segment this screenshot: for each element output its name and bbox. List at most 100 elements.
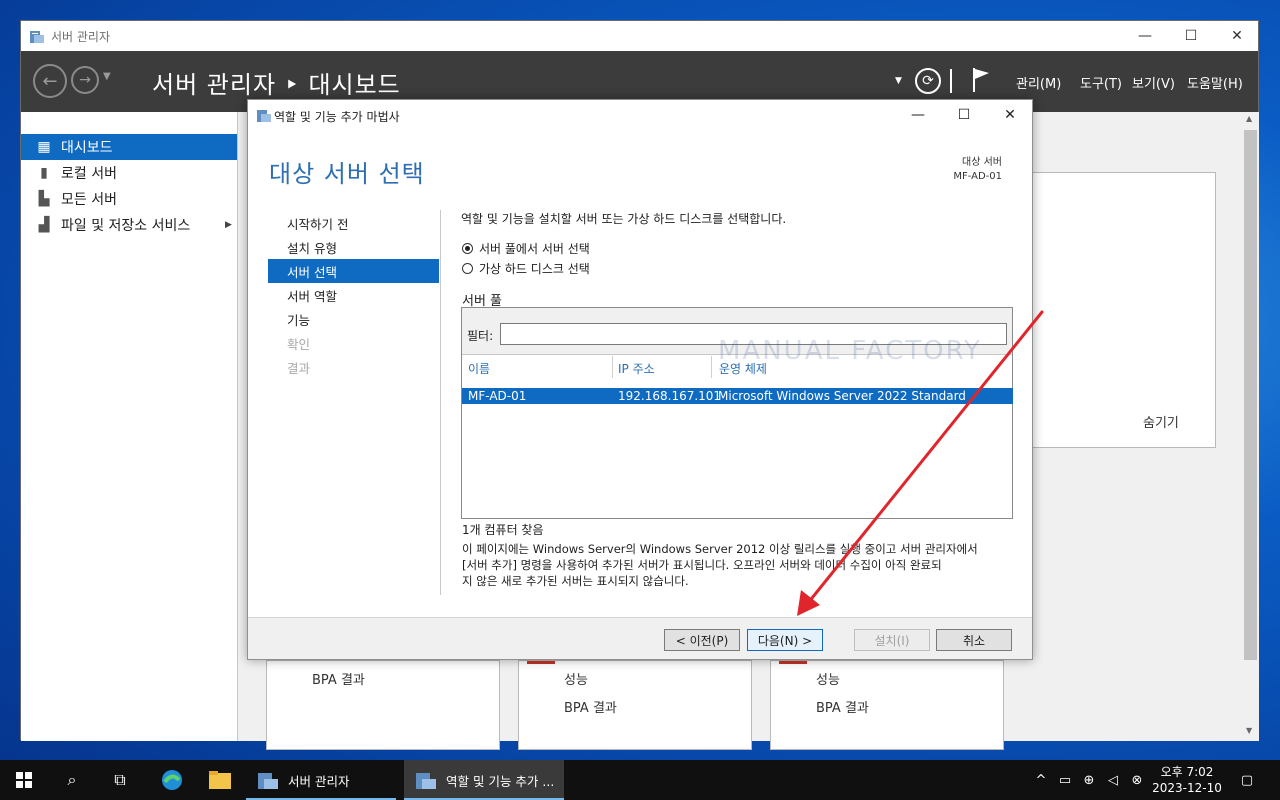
sidebar-item-label: 파일 및 저장소 서비스 xyxy=(61,218,191,234)
radio-label: 가상 하드 디스크 선택 xyxy=(479,262,590,276)
tile-item-performance[interactable]: 성능 xyxy=(564,669,588,688)
close-button[interactable]: ✕ xyxy=(1214,21,1260,51)
clock-time: 오후 7:02 xyxy=(1160,765,1214,779)
server-manager-icon xyxy=(258,773,278,789)
table-row[interactable]: MF-AD-01 192.168.167.101 Microsoft Windo… xyxy=(462,388,1013,404)
cell-name: MF-AD-01 xyxy=(468,389,527,403)
notification-center-button[interactable]: ▢ xyxy=(1234,760,1260,800)
taskbar-app-label: 역할 및 기능 추가 ... xyxy=(446,773,555,789)
show-hidden-icons-button[interactable]: ^ xyxy=(1030,760,1052,800)
column-header-ip[interactable]: IP 주소 xyxy=(618,360,655,377)
edge-icon xyxy=(162,770,182,790)
tile-item-bpa[interactable]: BPA 결과 xyxy=(816,697,869,716)
folder-icon xyxy=(209,771,231,789)
found-count: 1개 컴퓨터 찾음 xyxy=(462,523,544,537)
next-button[interactable]: 다음(N) > xyxy=(747,629,823,651)
tray-battery[interactable]: ▭ xyxy=(1054,760,1076,800)
menu-tools[interactable]: 도구(T) xyxy=(1080,73,1122,92)
menu-view[interactable]: 보기(V) xyxy=(1132,73,1175,92)
sm-sidebar: ▦ 대시보드 ▮ 로컬 서버 ▙ 모든 서버 ▟ 파일 및 저장소 서비스 ▶ xyxy=(21,112,238,741)
note-line: 지 않은 새로 추가된 서버는 표시되지 않습니다. xyxy=(462,574,689,588)
wizard-maximize-button[interactable]: ☐ xyxy=(941,100,987,130)
step-label: 확인 xyxy=(287,336,311,352)
hide-link[interactable]: 숨기기 xyxy=(1143,412,1179,431)
scroll-up-icon[interactable]: ▲ xyxy=(1246,114,1252,123)
arrow-left-icon: ← xyxy=(42,70,58,92)
radio-server-pool[interactable]: 서버 풀에서 서버 선택 xyxy=(462,240,590,257)
server-manager-icon xyxy=(30,31,44,43)
tile-item-bpa[interactable]: BPA 결과 xyxy=(312,669,365,688)
menu-help[interactable]: 도움말(H) xyxy=(1187,73,1243,92)
wizard-footer: < 이전(P) 다음(N) > 설치(I) 취소 xyxy=(248,617,1032,659)
tile-item-performance[interactable]: 성능 xyxy=(816,669,840,688)
cell-ip: 192.168.167.101 xyxy=(618,389,722,403)
header-divider xyxy=(950,69,952,93)
wizard-icon xyxy=(257,110,271,122)
cell-os: Microsoft Windows Server 2022 Standard xyxy=(718,389,966,403)
radio-virtual-disk[interactable]: 가상 하드 디스크 선택 xyxy=(462,260,590,277)
taskbar-app-server-manager[interactable]: 서버 관리자 xyxy=(246,760,396,800)
minimize-button[interactable]: — xyxy=(1122,21,1168,51)
step-installation-type[interactable]: 설치 유형 xyxy=(268,235,439,259)
destination-server-label: 대상 서버 xyxy=(962,157,1002,168)
step-label: 시작하기 전 xyxy=(287,216,349,232)
start-button[interactable] xyxy=(0,760,48,800)
refresh-icon: ⟳ xyxy=(922,73,934,89)
sidebar-item-local-server[interactable]: ▮ 로컬 서버 xyxy=(21,160,237,186)
scrollbar-thumb[interactable] xyxy=(1244,130,1257,660)
sm-titlebar: 서버 관리자 — ☐ ✕ xyxy=(21,21,1258,51)
search-button[interactable]: ⌕ xyxy=(48,760,96,800)
sidebar-item-label: 모든 서버 xyxy=(61,192,117,208)
close-circle-icon: ⊗ xyxy=(1131,772,1143,788)
flag-icon[interactable] xyxy=(971,67,991,93)
welcome-tile: 숨기기 xyxy=(1016,172,1216,448)
column-header-name[interactable]: 이름 xyxy=(468,360,490,377)
radio-unchecked-icon xyxy=(462,263,473,274)
notification-icon: ▢ xyxy=(1240,772,1254,788)
step-server-roles[interactable]: 서버 역할 xyxy=(268,283,439,307)
task-view-icon: ⧉ xyxy=(114,770,126,789)
clock[interactable]: 오후 7:02 2023-12-10 xyxy=(1146,764,1228,796)
back-button[interactable]: ← xyxy=(33,64,67,98)
tray-status[interactable]: ⊗ xyxy=(1126,760,1148,800)
step-before-you-begin[interactable]: 시작하기 전 xyxy=(268,211,439,235)
forward-button[interactable]: → xyxy=(71,66,99,94)
instruction-text: 역할 및 기능을 설치할 서버 또는 가상 하드 디스크를 선택합니다. xyxy=(461,212,787,226)
search-icon: ⌕ xyxy=(67,770,77,789)
wizard-minimize-button[interactable]: — xyxy=(895,100,941,130)
expand-arrow-icon[interactable]: ▶ xyxy=(225,220,232,230)
scroll-down-icon[interactable]: ▼ xyxy=(1246,726,1252,735)
previous-button[interactable]: < 이전(P) xyxy=(664,629,740,651)
filter-label: 필터: xyxy=(467,329,494,343)
chevron-up-icon: ^ xyxy=(1035,772,1047,788)
step-features[interactable]: 기능 xyxy=(268,307,439,331)
globe-icon: ⊕ xyxy=(1083,772,1095,788)
sidebar-item-dashboard[interactable]: ▦ 대시보드 xyxy=(21,134,237,160)
clock-date: 2023-12-10 xyxy=(1152,781,1222,795)
refresh-button[interactable]: ⟳ xyxy=(915,68,941,94)
wizard-icon xyxy=(416,773,436,789)
notification-dropdown-icon[interactable]: ▼ xyxy=(895,76,902,86)
taskbar-app-wizard[interactable]: 역할 및 기능 추가 ... xyxy=(404,760,564,800)
history-dropdown-icon[interactable]: ▼ xyxy=(103,71,111,82)
maximize-button[interactable]: ☐ xyxy=(1168,21,1214,51)
note-text: 이 페이지에는 Windows Server의 Windows Server 2… xyxy=(462,541,1014,589)
tray-network[interactable]: ⊕ xyxy=(1078,760,1100,800)
tile-item-bpa[interactable]: BPA 결과 xyxy=(564,697,617,716)
step-confirmation: 확인 xyxy=(268,331,439,355)
step-label: 결과 xyxy=(287,360,311,376)
task-view-button[interactable]: ⧉ xyxy=(96,760,144,800)
vertical-scrollbar[interactable]: ▲ ▼ xyxy=(1242,112,1259,741)
page-title: 대상 서버 선택 xyxy=(269,160,425,188)
cancel-button[interactable]: 취소 xyxy=(936,629,1012,651)
sidebar-item-all-servers[interactable]: ▙ 모든 서버 xyxy=(21,186,237,212)
menu-manage[interactable]: 관리(M) xyxy=(1016,73,1061,92)
note-line: [서버 추가] 명령을 사용하여 추가된 서버가 표시됩니다. 오프라인 서버와… xyxy=(462,558,942,572)
wizard-close-button[interactable]: ✕ xyxy=(987,100,1033,130)
step-server-selection[interactable]: 서버 선택 xyxy=(268,259,439,283)
sidebar-item-file-storage[interactable]: ▟ 파일 및 저장소 서비스 ▶ xyxy=(21,212,237,238)
tray-volume[interactable]: ◁ xyxy=(1102,760,1124,800)
edge-button[interactable] xyxy=(148,760,196,800)
servers-icon: ▙ xyxy=(38,191,50,207)
file-explorer-button[interactable] xyxy=(196,760,244,800)
